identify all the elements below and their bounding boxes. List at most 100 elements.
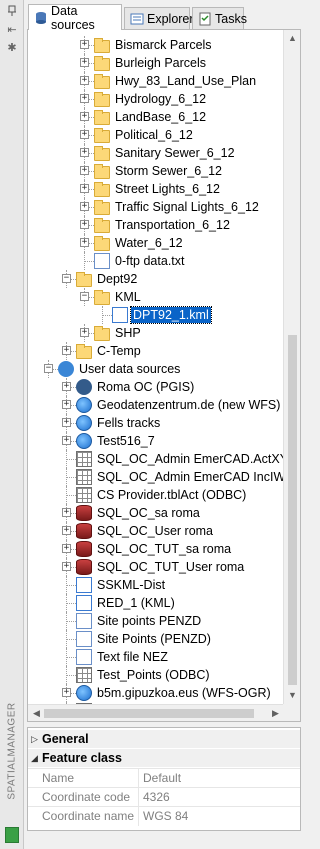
- expand-icon[interactable]: +: [62, 688, 71, 697]
- expand-icon[interactable]: +: [62, 346, 71, 355]
- tab-data-sources[interactable]: Data sources: [28, 3, 122, 32]
- expand-icon[interactable]: +: [62, 508, 71, 517]
- tree-connector: [66, 477, 76, 478]
- tree-item[interactable]: SSKML-Dist: [28, 576, 284, 594]
- tree-item[interactable]: Text file NEZ: [28, 648, 284, 666]
- category-general[interactable]: ▷ General: [28, 730, 300, 748]
- vertical-scrollbar[interactable]: ▲ ▼: [283, 30, 300, 704]
- tree-item[interactable]: + SQL_OC_TUT_User roma: [28, 558, 284, 576]
- tree-item-label: LandBase_6_12: [115, 110, 207, 124]
- tree-item[interactable]: + Hwy_83_Land_Use_Plan: [28, 72, 284, 90]
- expand-icon[interactable]: +: [62, 544, 71, 553]
- property-row[interactable]: Coordinate code 4326: [28, 787, 300, 807]
- tree-item[interactable]: Site points PENZD: [28, 612, 284, 630]
- tree-item[interactable]: + SHP: [28, 324, 284, 342]
- settings-icon[interactable]: ✱: [6, 42, 18, 54]
- collapse-icon[interactable]: ◢: [31, 749, 38, 767]
- tree-item[interactable]: − KML: [28, 288, 284, 306]
- expand-icon[interactable]: +: [80, 166, 89, 175]
- tree-item[interactable]: RED_1 (KML): [28, 594, 284, 612]
- tree-item[interactable]: + Street Lights_6_12: [28, 180, 284, 198]
- tree-item[interactable]: − User data sources: [28, 360, 284, 378]
- tree-item[interactable]: + SQL_OC_sa roma: [28, 504, 284, 522]
- tab-explorer[interactable]: Explorer: [124, 7, 194, 29]
- folder-icon: [94, 110, 110, 125]
- expand-icon[interactable]: +: [62, 382, 71, 391]
- tree-item[interactable]: + Traffic Signal Lights_6_12: [28, 198, 284, 216]
- property-value: 4326: [138, 788, 170, 807]
- collapse-icon[interactable]: −: [80, 292, 89, 301]
- tree-item[interactable]: SQL_OC_Admin EmerCAD IncIWKB (: [28, 468, 284, 486]
- property-row[interactable]: Coordinate name WGS 84: [28, 806, 300, 826]
- tree-item[interactable]: 0-ftp data.txt: [28, 252, 284, 270]
- tab-label: Data sources: [51, 3, 95, 32]
- tree-connector: [66, 630, 67, 648]
- expand-icon[interactable]: +: [80, 76, 89, 85]
- tree-item[interactable]: + Fells tracks: [28, 414, 284, 432]
- collapse-icon[interactable]: ⇤: [6, 24, 18, 36]
- expand-icon[interactable]: +: [80, 202, 89, 211]
- tab-tasks[interactable]: Tasks: [192, 7, 247, 29]
- tree-item[interactable]: Test_Points (ODBC): [28, 666, 284, 684]
- tree-item[interactable]: + Transportation_6_12: [28, 216, 284, 234]
- tree-item[interactable]: CS Provider.tblAct (ODBC): [28, 486, 284, 504]
- tree-item[interactable]: + C-Temp: [28, 342, 284, 360]
- scroll-thumb[interactable]: [288, 335, 297, 685]
- collapse-icon[interactable]: −: [44, 364, 53, 373]
- expand-icon[interactable]: +: [62, 526, 71, 535]
- expand-icon[interactable]: ▷: [31, 730, 38, 748]
- data-sources-tree[interactable]: + Bismarck Parcels + Burleigh Parcels + Hwy_8…: [28, 30, 284, 704]
- scroll-down-icon[interactable]: ▼: [284, 687, 300, 704]
- tree-item-label: 0-ftp data.txt: [115, 254, 185, 268]
- expand-icon[interactable]: +: [80, 94, 89, 103]
- folder-icon: [76, 344, 92, 359]
- expand-icon[interactable]: +: [62, 562, 71, 571]
- collapse-icon[interactable]: −: [62, 274, 71, 283]
- tree-item-label: Text file NEZ: [97, 650, 168, 664]
- folder-icon: [94, 146, 110, 161]
- tree-item[interactable]: + LandBase_6_12: [28, 108, 284, 126]
- tree-item[interactable]: + Water_6_12: [28, 234, 284, 252]
- tree-item[interactable]: + Geodatenzentrum.de (new WFS): [28, 396, 284, 414]
- tree-item[interactable]: + b5m.gipuzkoa.eus (WFS-OGR): [28, 684, 284, 702]
- tree-item[interactable]: − Dept92: [28, 270, 284, 288]
- expand-icon[interactable]: +: [80, 184, 89, 193]
- tree-connector: [66, 459, 76, 460]
- tree-item[interactable]: + Bismarck Parcels: [28, 36, 284, 54]
- tree-item[interactable]: SQL_OC_Admin EmerCAD.ActXY (OD: [28, 450, 284, 468]
- expand-icon[interactable]: +: [62, 400, 71, 409]
- database-icon: [36, 11, 46, 24]
- tree-item[interactable]: + Roma OC (PGIS): [28, 378, 284, 396]
- tree-item[interactable]: + Hydrology_6_12: [28, 90, 284, 108]
- horizontal-scrollbar[interactable]: ◀ ▶: [28, 704, 284, 721]
- tree-item[interactable]: + Burleigh Parcels: [28, 54, 284, 72]
- tree-connector: [66, 648, 67, 666]
- tree-item[interactable]: DPT92_1.kml: [28, 306, 284, 324]
- tree-item[interactable]: + Test516_7: [28, 432, 284, 450]
- expand-icon[interactable]: +: [80, 328, 89, 337]
- folder-icon: [94, 290, 110, 305]
- expand-icon[interactable]: +: [80, 148, 89, 157]
- category-feature-class[interactable]: ◢ Feature class: [28, 749, 300, 767]
- scroll-thumb[interactable]: [44, 709, 254, 718]
- property-row[interactable]: Name Default: [28, 768, 300, 788]
- expand-icon[interactable]: +: [80, 130, 89, 139]
- scroll-left-icon[interactable]: ◀: [28, 705, 45, 721]
- tree-item[interactable]: Site Points (PENZD): [28, 630, 284, 648]
- expand-icon[interactable]: +: [80, 220, 89, 229]
- expand-icon[interactable]: +: [62, 418, 71, 427]
- expand-icon[interactable]: +: [80, 238, 89, 247]
- tree-item[interactable]: + SQL_OC_TUT_sa roma: [28, 540, 284, 558]
- scroll-up-icon[interactable]: ▲: [284, 30, 300, 47]
- expand-icon[interactable]: +: [80, 40, 89, 49]
- pin-icon[interactable]: [6, 5, 18, 17]
- expand-icon[interactable]: +: [80, 112, 89, 121]
- scroll-right-icon[interactable]: ▶: [267, 705, 284, 721]
- tree-connector: [66, 675, 76, 676]
- tree-item[interactable]: + SQL_OC_User roma: [28, 522, 284, 540]
- tree-item[interactable]: + Sanitary Sewer_6_12: [28, 144, 284, 162]
- expand-icon[interactable]: +: [62, 436, 71, 445]
- expand-icon[interactable]: +: [80, 58, 89, 67]
- tree-item[interactable]: + Storm Sewer_6_12: [28, 162, 284, 180]
- tree-item[interactable]: + Political_6_12: [28, 126, 284, 144]
